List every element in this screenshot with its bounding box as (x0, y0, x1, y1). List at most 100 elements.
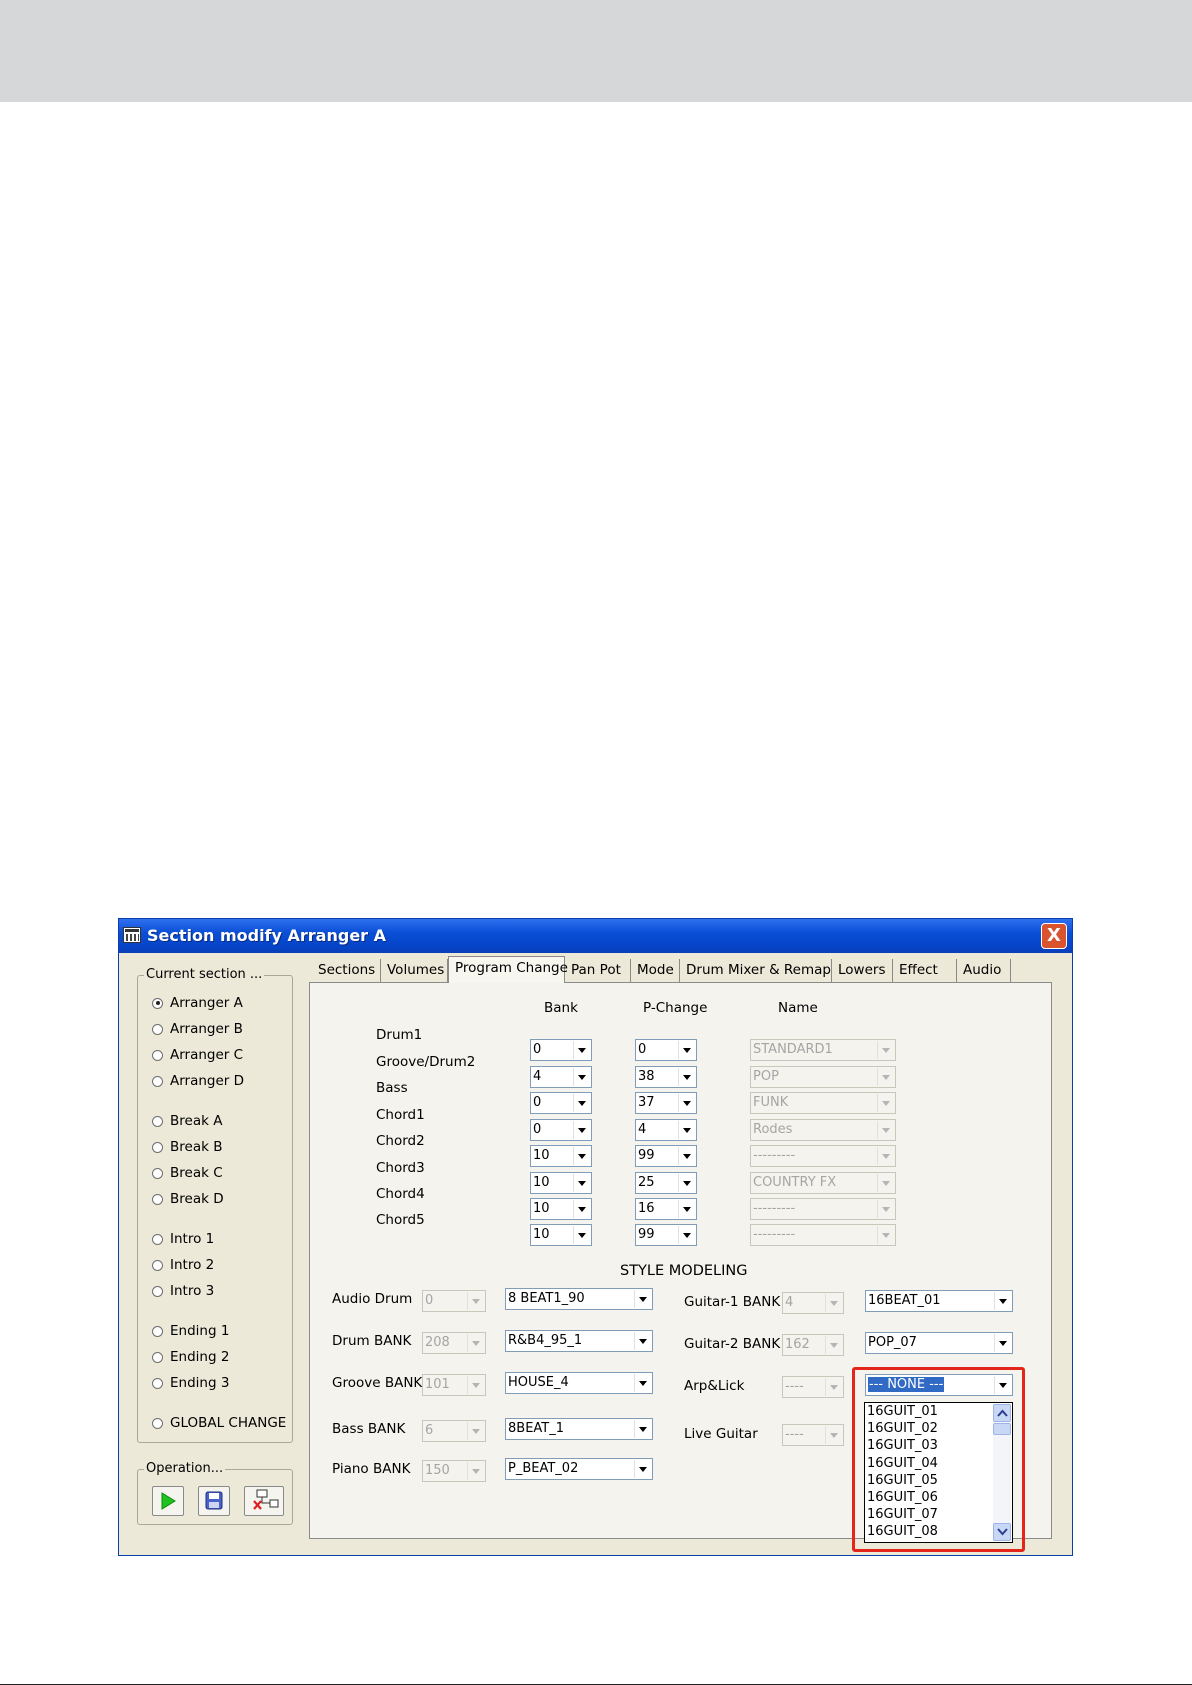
style-bank-number[interactable]: 208 (422, 1332, 486, 1354)
dropdown-arrow-icon[interactable] (573, 1226, 590, 1244)
bank-select[interactable]: 0 (530, 1039, 592, 1061)
style-bank-number[interactable]: 0 (422, 1290, 486, 1312)
dropdown-arrow-icon[interactable] (573, 1121, 590, 1139)
radio-ending-2[interactable]: Ending 2 (152, 1349, 229, 1367)
dropdown-arrow-icon[interactable] (825, 1426, 842, 1444)
dropdown-arrow-icon[interactable] (877, 1041, 894, 1059)
dropdown-arrow-icon[interactable] (634, 1420, 651, 1438)
pchange-select[interactable]: 0 (635, 1039, 697, 1061)
style-guitar-number[interactable]: ---- (782, 1424, 844, 1446)
style-bank-select[interactable]: HOUSE_4 (505, 1372, 653, 1394)
save-button[interactable] (198, 1486, 230, 1516)
dropdown-arrow-icon[interactable] (467, 1334, 484, 1352)
pchange-select[interactable]: 16 (635, 1198, 697, 1220)
radio-circle-icon[interactable] (152, 1167, 163, 1179)
close-button[interactable]: X (1041, 923, 1067, 949)
tab-pan-pot[interactable]: Pan Pot (565, 959, 631, 982)
radio-circle-icon[interactable] (152, 1417, 163, 1429)
dropdown-arrow-icon[interactable] (877, 1121, 894, 1139)
radio-break-c[interactable]: Break C (152, 1165, 223, 1183)
radio-circle-icon[interactable] (152, 1377, 163, 1389)
radio-circle-icon[interactable] (152, 1325, 163, 1337)
dropdown-arrow-icon[interactable] (573, 1041, 590, 1059)
name-select[interactable]: --------- (750, 1224, 896, 1246)
dropdown-arrow-icon[interactable] (678, 1174, 695, 1192)
tab-mode[interactable]: Mode (631, 959, 680, 982)
dropdown-arrow-icon[interactable] (467, 1462, 484, 1480)
bank-select[interactable]: 4 (530, 1066, 592, 1088)
style-guitar-select[interactable]: POP_07 (865, 1332, 1013, 1354)
name-select[interactable]: FUNK (750, 1092, 896, 1114)
radio-arranger-b[interactable]: Arranger B (152, 1021, 243, 1039)
dropdown-arrow-icon[interactable] (573, 1200, 590, 1218)
dropdown-arrow-icon[interactable] (573, 1068, 590, 1086)
dropdown-arrow-icon[interactable] (825, 1336, 842, 1354)
radio-circle-icon[interactable] (152, 1049, 163, 1061)
dropdown-arrow-icon[interactable] (467, 1422, 484, 1440)
radio-circle-icon[interactable] (152, 1115, 163, 1127)
style-guitar-number[interactable]: 4 (782, 1292, 844, 1314)
pchange-select[interactable]: 4 (635, 1119, 697, 1141)
bank-select[interactable]: 10 (530, 1224, 592, 1246)
radio-arranger-a[interactable]: Arranger A (152, 995, 243, 1013)
radio-arranger-d[interactable]: Arranger D (152, 1073, 244, 1091)
radio-circle-icon[interactable] (152, 997, 163, 1009)
tab-effect[interactable]: Effect (893, 959, 957, 982)
radio-circle-icon[interactable] (152, 1259, 163, 1271)
radio-circle-icon[interactable] (152, 1233, 163, 1245)
radio-circle-icon[interactable] (152, 1141, 163, 1153)
dropdown-arrow-icon[interactable] (877, 1147, 894, 1165)
style-guitar-number[interactable]: 162 (782, 1334, 844, 1356)
pchange-select[interactable]: 37 (635, 1092, 697, 1114)
bank-select[interactable]: 10 (530, 1145, 592, 1167)
name-select[interactable]: POP (750, 1066, 896, 1088)
name-select[interactable]: COUNTRY FX (750, 1172, 896, 1194)
name-select[interactable]: Rodes (750, 1119, 896, 1141)
radio-intro-1[interactable]: Intro 1 (152, 1231, 214, 1249)
pchange-select[interactable]: 99 (635, 1145, 697, 1167)
style-bank-select[interactable]: R&B4_95_1 (505, 1330, 653, 1352)
style-bank-select[interactable]: 8 BEAT1_90 (505, 1288, 653, 1310)
bank-select[interactable]: 10 (530, 1198, 592, 1220)
tab-audio[interactable]: Audio (957, 959, 1011, 982)
dropdown-arrow-icon[interactable] (678, 1121, 695, 1139)
radio-intro-3[interactable]: Intro 3 (152, 1283, 214, 1301)
name-select[interactable]: --------- (750, 1198, 896, 1220)
radio-arranger-c[interactable]: Arranger C (152, 1047, 243, 1065)
dropdown-arrow-icon[interactable] (877, 1226, 894, 1244)
dropdown-arrow-icon[interactable] (573, 1174, 590, 1192)
dropdown-arrow-icon[interactable] (634, 1332, 651, 1350)
style-guitar-number[interactable]: ---- (782, 1376, 844, 1398)
radio-global-change[interactable]: GLOBAL CHANGE (152, 1415, 286, 1433)
bank-select[interactable]: 0 (530, 1092, 592, 1114)
tab-sections[interactable]: Sections (312, 959, 381, 982)
tab-program-change[interactable]: Program Change (448, 956, 568, 983)
dropdown-arrow-icon[interactable] (467, 1292, 484, 1310)
dropdown-arrow-icon[interactable] (467, 1376, 484, 1394)
dropdown-arrow-icon[interactable] (678, 1147, 695, 1165)
dropdown-arrow-icon[interactable] (825, 1378, 842, 1396)
radio-circle-icon[interactable] (152, 1075, 163, 1087)
name-select[interactable]: --------- (750, 1145, 896, 1167)
bank-select[interactable]: 10 (530, 1172, 592, 1194)
radio-circle-icon[interactable] (152, 1351, 163, 1363)
dropdown-arrow-icon[interactable] (634, 1374, 651, 1392)
dropdown-arrow-icon[interactable] (877, 1068, 894, 1086)
tab-drum-mixer-remap[interactable]: Drum Mixer & Remap (680, 959, 832, 982)
style-guitar-select[interactable]: 16BEAT_01 (865, 1290, 1013, 1312)
dropdown-arrow-icon[interactable] (678, 1200, 695, 1218)
tab-volumes[interactable]: Volumes (381, 959, 448, 982)
radio-circle-icon[interactable] (152, 1193, 163, 1205)
dropdown-arrow-icon[interactable] (678, 1226, 695, 1244)
radio-circle-icon[interactable] (152, 1285, 163, 1297)
dropdown-arrow-icon[interactable] (573, 1094, 590, 1112)
radio-break-a[interactable]: Break A (152, 1113, 222, 1131)
dropdown-arrow-icon[interactable] (678, 1094, 695, 1112)
dropdown-arrow-icon[interactable] (877, 1174, 894, 1192)
bank-select[interactable]: 0 (530, 1119, 592, 1141)
dropdown-arrow-icon[interactable] (994, 1334, 1011, 1352)
tab-lowers[interactable]: Lowers (832, 959, 893, 982)
dropdown-arrow-icon[interactable] (573, 1147, 590, 1165)
dropdown-arrow-icon[interactable] (994, 1292, 1011, 1310)
dropdown-arrow-icon[interactable] (678, 1068, 695, 1086)
